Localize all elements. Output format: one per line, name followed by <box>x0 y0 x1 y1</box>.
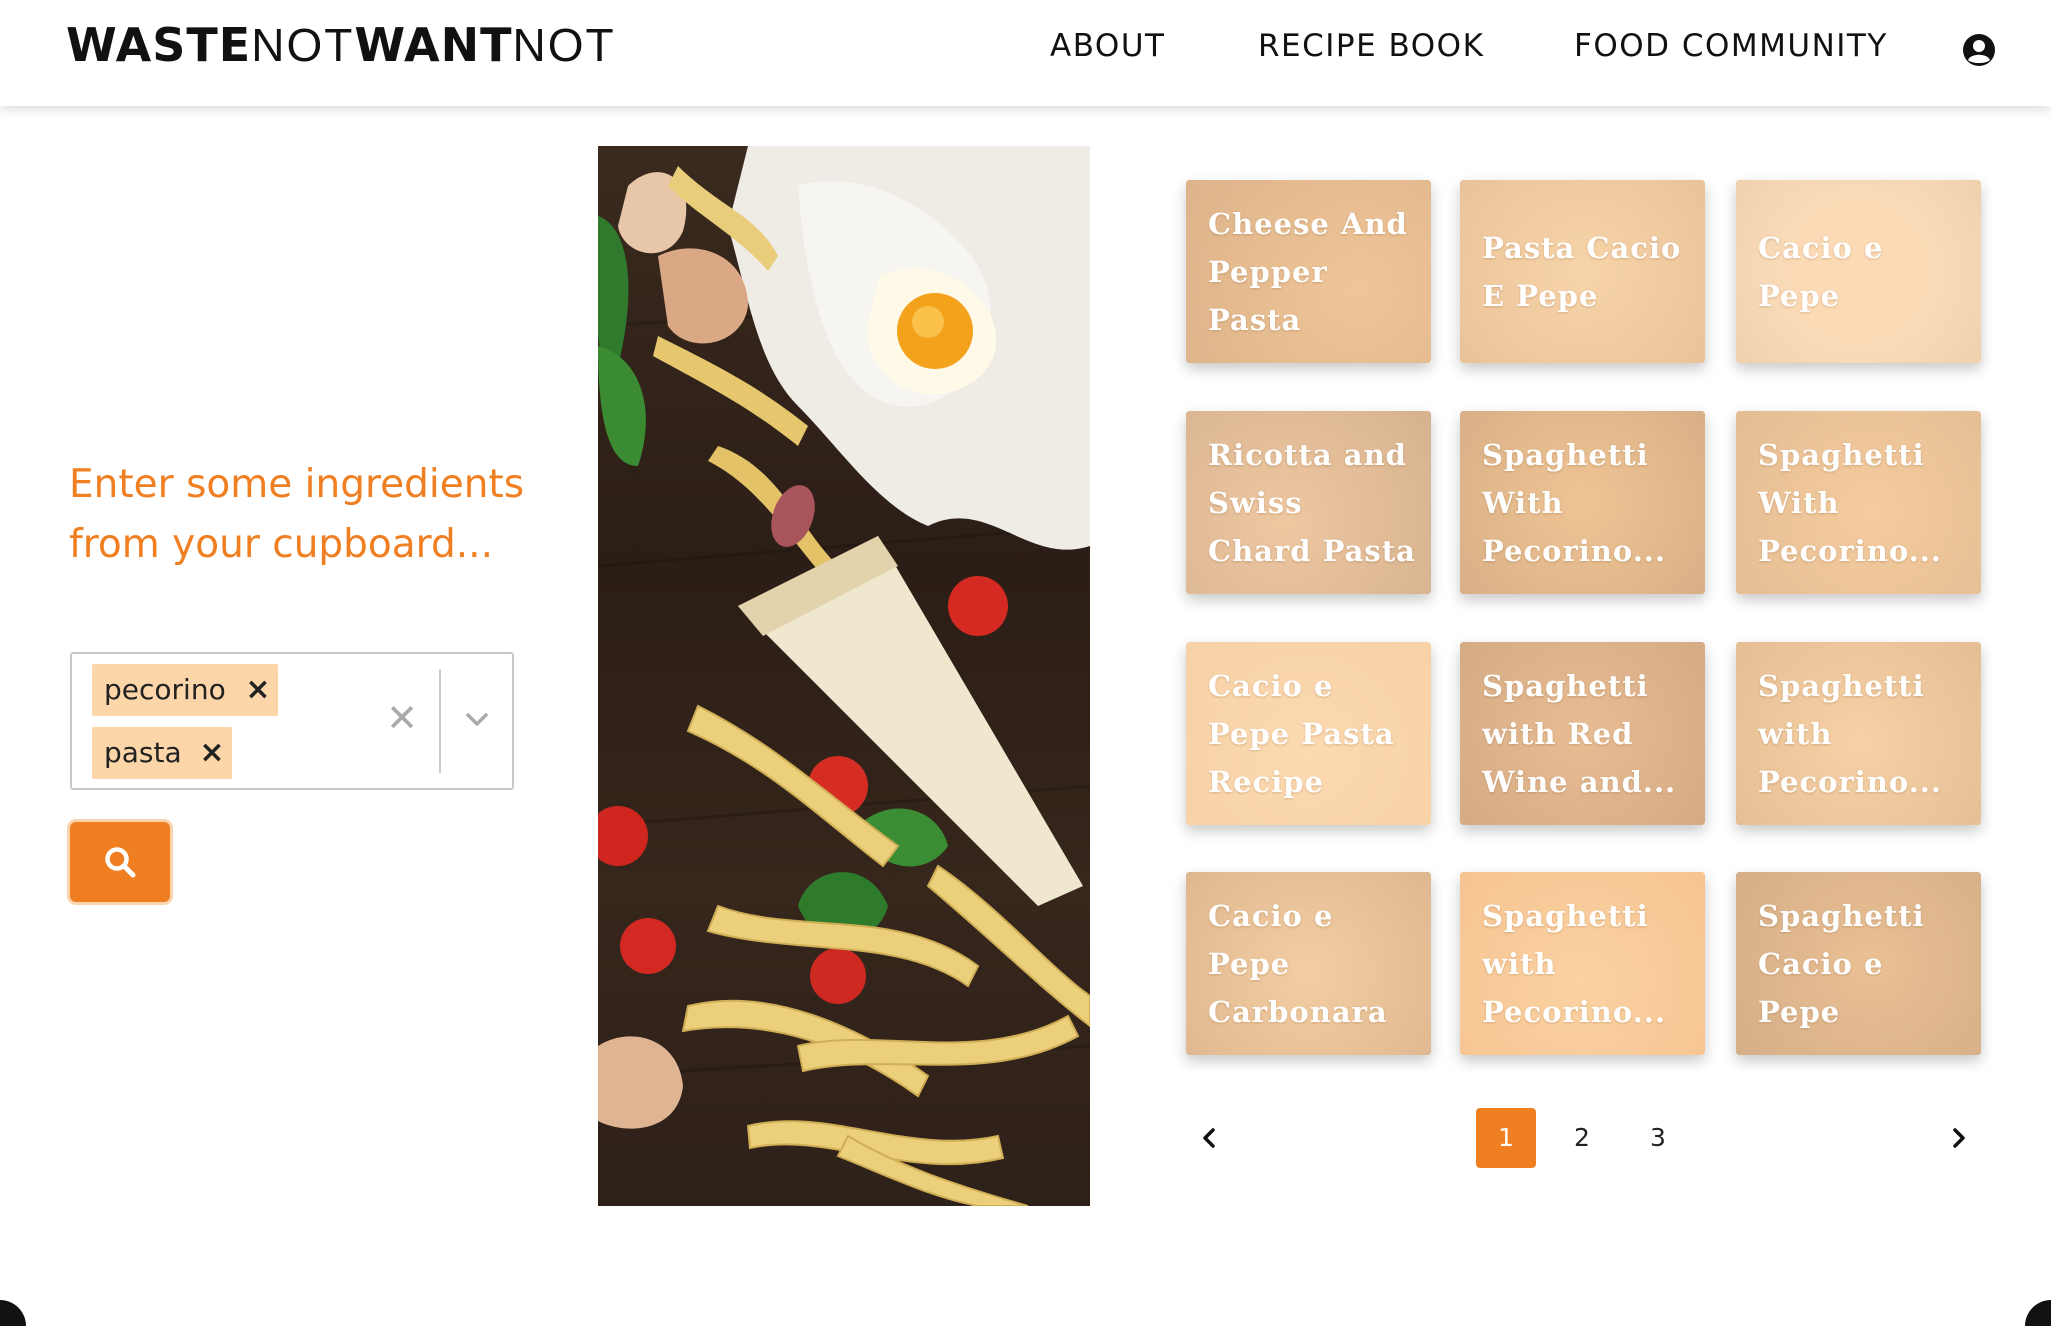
logo-part-waste: WASTE <box>66 18 252 72</box>
recipe-card[interactable]: Spaghetti with Pecorino... <box>1460 872 1705 1055</box>
chevron-left-icon[interactable] <box>1194 1122 1224 1154</box>
user-circle-icon[interactable] <box>1962 33 1996 67</box>
hero-illustration <box>598 146 1090 1206</box>
ingredient-tag-label: pecorino <box>104 673 226 706</box>
page-button-1[interactable]: 1 <box>1476 1108 1536 1168</box>
logo-part-not: NOT <box>251 19 355 71</box>
window-corner <box>0 1300 26 1326</box>
ingredient-multiselect[interactable]: pecorino × pasta × ✕ <box>70 652 514 790</box>
chevron-right-icon[interactable] <box>1944 1122 1974 1154</box>
recipe-card-title: Ricotta and Swiss Chard Pasta <box>1208 437 1416 568</box>
tag-remove-icon[interactable]: × <box>238 664 278 716</box>
recipe-card-title: Spaghetti Cacio e Pepe <box>1758 898 1925 1029</box>
ingredient-tag-label: pasta <box>104 736 182 769</box>
nav-food-community-link[interactable]: FOOD COMMUNITY <box>1574 28 1888 64</box>
top-navbar: WASTENOTWANTNOT ABOUT RECIPE BOOK FOOD C… <box>0 0 2051 106</box>
recipe-card-title: Cacio e Pepe Carbonara <box>1208 898 1388 1029</box>
select-divider <box>439 669 441 773</box>
hero-ingredients-image <box>598 146 1090 1206</box>
search-icon <box>105 847 136 878</box>
logo-part-want: WANT <box>354 18 513 72</box>
search-button[interactable] <box>70 822 170 902</box>
window-corner <box>2025 1300 2051 1326</box>
recipe-card-title: Cacio e Pepe Pasta Recipe <box>1208 668 1395 799</box>
recipe-card[interactable]: Spaghetti With Pecorino... <box>1736 411 1981 594</box>
recipe-card[interactable]: Spaghetti with Red Wine and... <box>1460 642 1705 825</box>
recipe-card[interactable]: Spaghetti with Pecorino... <box>1736 642 1981 825</box>
recipe-card[interactable]: Cacio e Pepe Pasta Recipe <box>1186 642 1431 825</box>
ingredients-prompt: Enter some ingredients from your cupboar… <box>69 462 525 567</box>
recipe-card-title: Cacio e Pepe <box>1758 230 1884 313</box>
recipe-card-title: Spaghetti with Pecorino... <box>1482 898 1666 1029</box>
recipe-card[interactable]: Cacio e Pepe <box>1736 180 1981 363</box>
tag-remove-icon[interactable]: × <box>192 727 232 779</box>
recipe-card[interactable]: Spaghetti Cacio e Pepe <box>1736 872 1981 1055</box>
logo-part-not-2: NOT <box>512 19 616 71</box>
nav-recipe-book-link[interactable]: RECIPE BOOK <box>1258 28 1484 64</box>
page-button-2[interactable]: 2 <box>1552 1108 1612 1168</box>
ingredient-tag: pecorino × <box>92 664 278 716</box>
chevron-down-icon[interactable] <box>452 700 502 740</box>
recipe-card[interactable]: Ricotta and Swiss Chard Pasta <box>1186 411 1431 594</box>
recipe-card[interactable]: Pasta Cacio E Pepe <box>1460 180 1705 363</box>
recipe-card[interactable]: Cheese And Pepper Pasta (caci... <box>1186 180 1431 363</box>
recipe-card[interactable]: Cacio e Pepe Carbonara <box>1186 872 1431 1055</box>
ingredient-tag: pasta × <box>92 727 232 779</box>
recipe-card-title: Spaghetti With Pecorino... <box>1482 437 1666 568</box>
page-button-3[interactable]: 3 <box>1628 1108 1688 1168</box>
recipe-card[interactable]: Spaghetti With Pecorino... <box>1460 411 1705 594</box>
nav-about-link[interactable]: ABOUT <box>1050 28 1165 64</box>
recipe-card-title: Spaghetti with Red Wine and... <box>1482 668 1677 799</box>
recipe-card-title: Pasta Cacio E Pepe <box>1482 230 1682 313</box>
recipe-card-title: Spaghetti with Pecorino... <box>1758 668 1942 799</box>
clear-all-icon[interactable]: ✕ <box>384 696 420 740</box>
brand-logo[interactable]: WASTENOTWANTNOT <box>66 18 616 72</box>
recipe-card-title: Cheese And Pepper Pasta (caci... <box>1208 206 1408 337</box>
recipe-card-title: Spaghetti With Pecorino... <box>1758 437 1942 568</box>
